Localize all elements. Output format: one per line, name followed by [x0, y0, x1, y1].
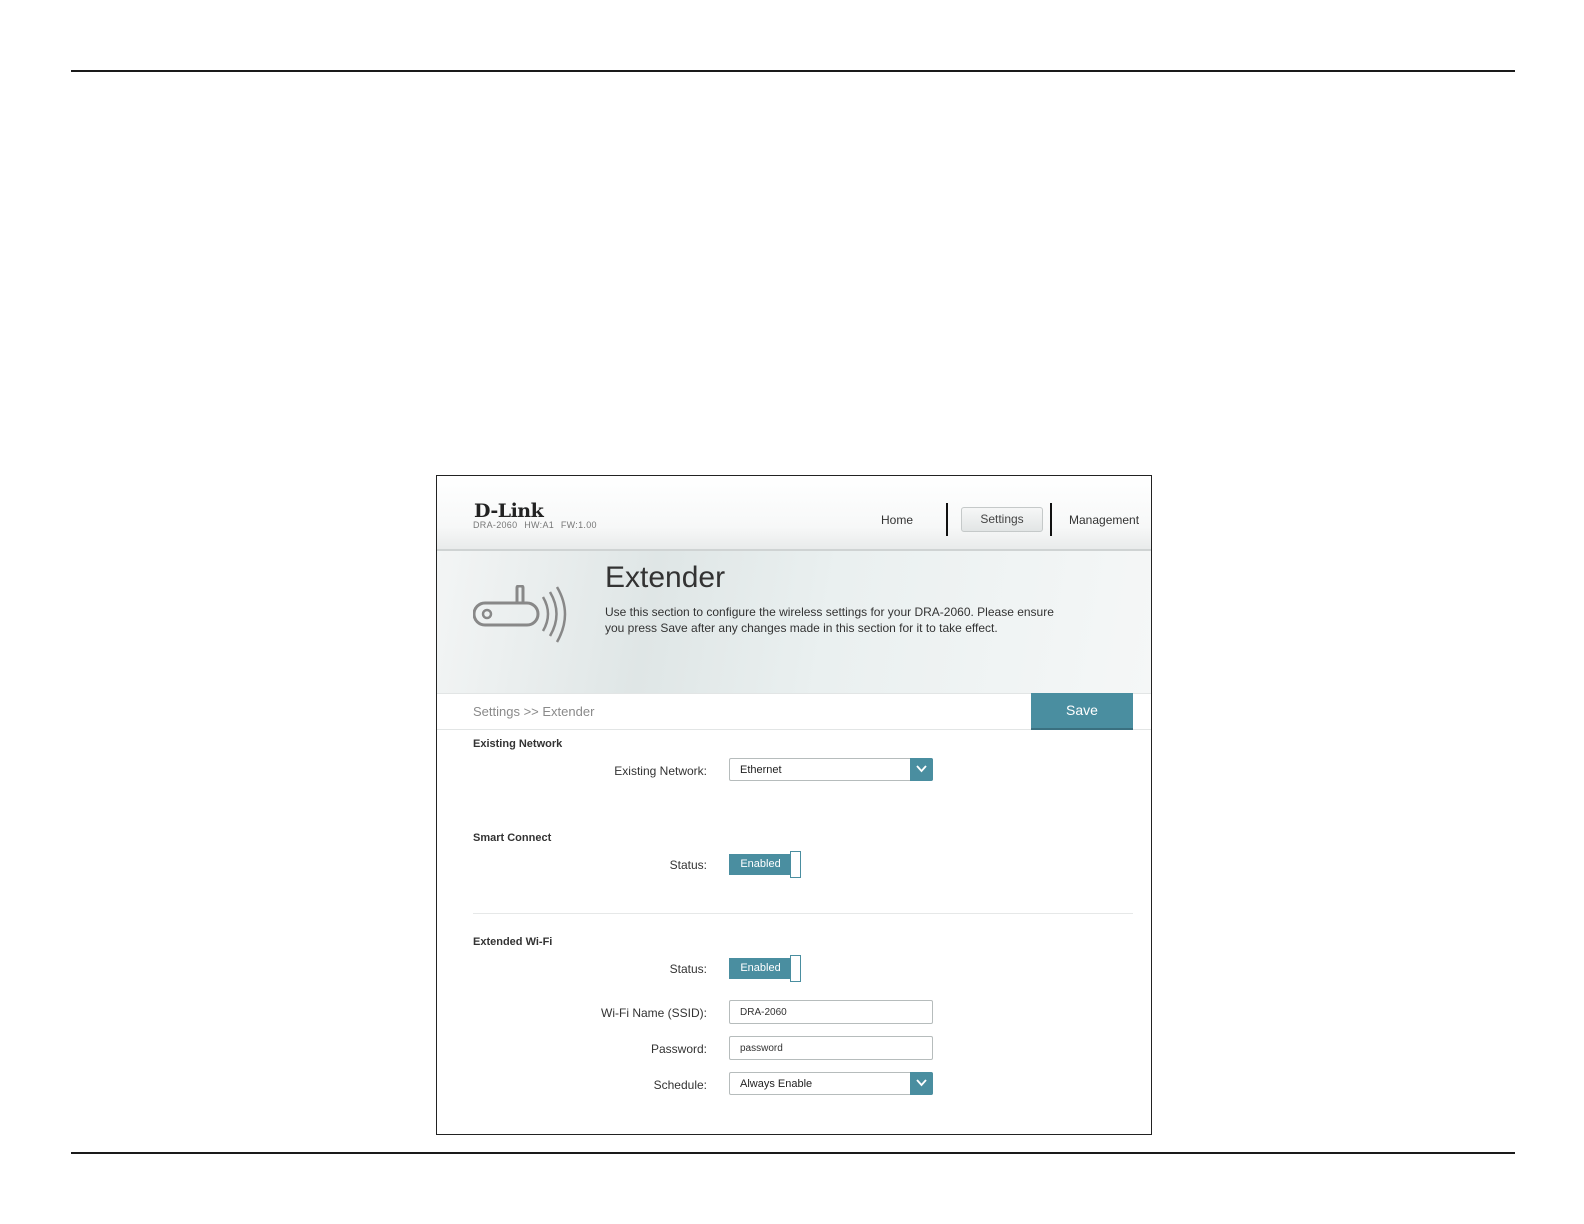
existing-network-label: Existing Network: — [614, 764, 707, 778]
nav-settings[interactable]: Settings — [961, 507, 1043, 532]
toggle-knob[interactable] — [790, 955, 801, 982]
extended-wifi-section-title: Extended Wi-Fi — [473, 936, 553, 948]
nav-management[interactable]: Management — [1069, 513, 1139, 527]
extended-wifi-status-label: Status: — [669, 962, 707, 976]
save-button[interactable]: Save — [1031, 693, 1133, 730]
password-label: Password: — [650, 1042, 707, 1056]
router-ui-screenshot: D-Link DRA-2060 HW:A1 FW:1.00 Home Setti… — [436, 475, 1152, 1135]
ssid-label: Wi-Fi Name (SSID): — [601, 1006, 707, 1020]
smart-connect-status-label: Status: — [669, 858, 707, 872]
nav-home[interactable]: Home — [881, 513, 913, 527]
page-top-rule — [71, 70, 1515, 72]
page-title: Extender — [605, 561, 726, 594]
page-bottom-rule — [71, 1152, 1515, 1154]
ssid-value: DRA-2060 — [740, 1007, 787, 1018]
schedule-label: Schedule: — [653, 1078, 707, 1092]
schedule-select[interactable]: Always Enable — [729, 1072, 933, 1095]
page-description: Use this section to configure the wirele… — [605, 605, 1054, 635]
chevron-down-icon[interactable] — [910, 758, 933, 781]
smart-connect-toggle-state: Enabled — [729, 854, 792, 875]
existing-network-value: Ethernet — [740, 764, 782, 776]
model-info: DRA-2060 HW:A1 FW:1.00 — [473, 520, 597, 530]
existing-network-select[interactable]: Ethernet — [729, 758, 933, 781]
breadcrumb: Settings >> Extender — [473, 704, 595, 719]
dlink-logo: D-Link — [474, 500, 544, 522]
ssid-input[interactable]: DRA-2060 — [729, 1000, 933, 1024]
existing-network-section-title: Existing Network — [473, 738, 563, 750]
top-bar: D-Link DRA-2060 HW:A1 FW:1.00 Home Setti… — [437, 476, 1151, 551]
toggle-knob[interactable] — [790, 851, 801, 878]
password-input[interactable]: password — [729, 1036, 933, 1060]
nav-separator — [946, 503, 948, 536]
schedule-value: Always Enable — [740, 1078, 813, 1090]
password-value: password — [740, 1043, 783, 1054]
logo-text: D-Link — [474, 500, 544, 522]
extended-wifi-toggle-state: Enabled — [729, 958, 792, 979]
chevron-down-icon[interactable] — [910, 1072, 933, 1095]
smart-connect-toggle[interactable]: Enabled — [729, 851, 802, 879]
breadcrumb-bar: Settings >> Extender Save — [437, 693, 1151, 730]
hero-banner: Extender Use this section to configure t… — [437, 551, 1151, 693]
wireless-extender-icon — [472, 584, 577, 652]
nav-separator — [1050, 503, 1052, 536]
extended-wifi-toggle[interactable]: Enabled — [729, 955, 802, 983]
section-divider — [473, 913, 1133, 914]
smart-connect-section-title: Smart Connect — [473, 832, 552, 844]
